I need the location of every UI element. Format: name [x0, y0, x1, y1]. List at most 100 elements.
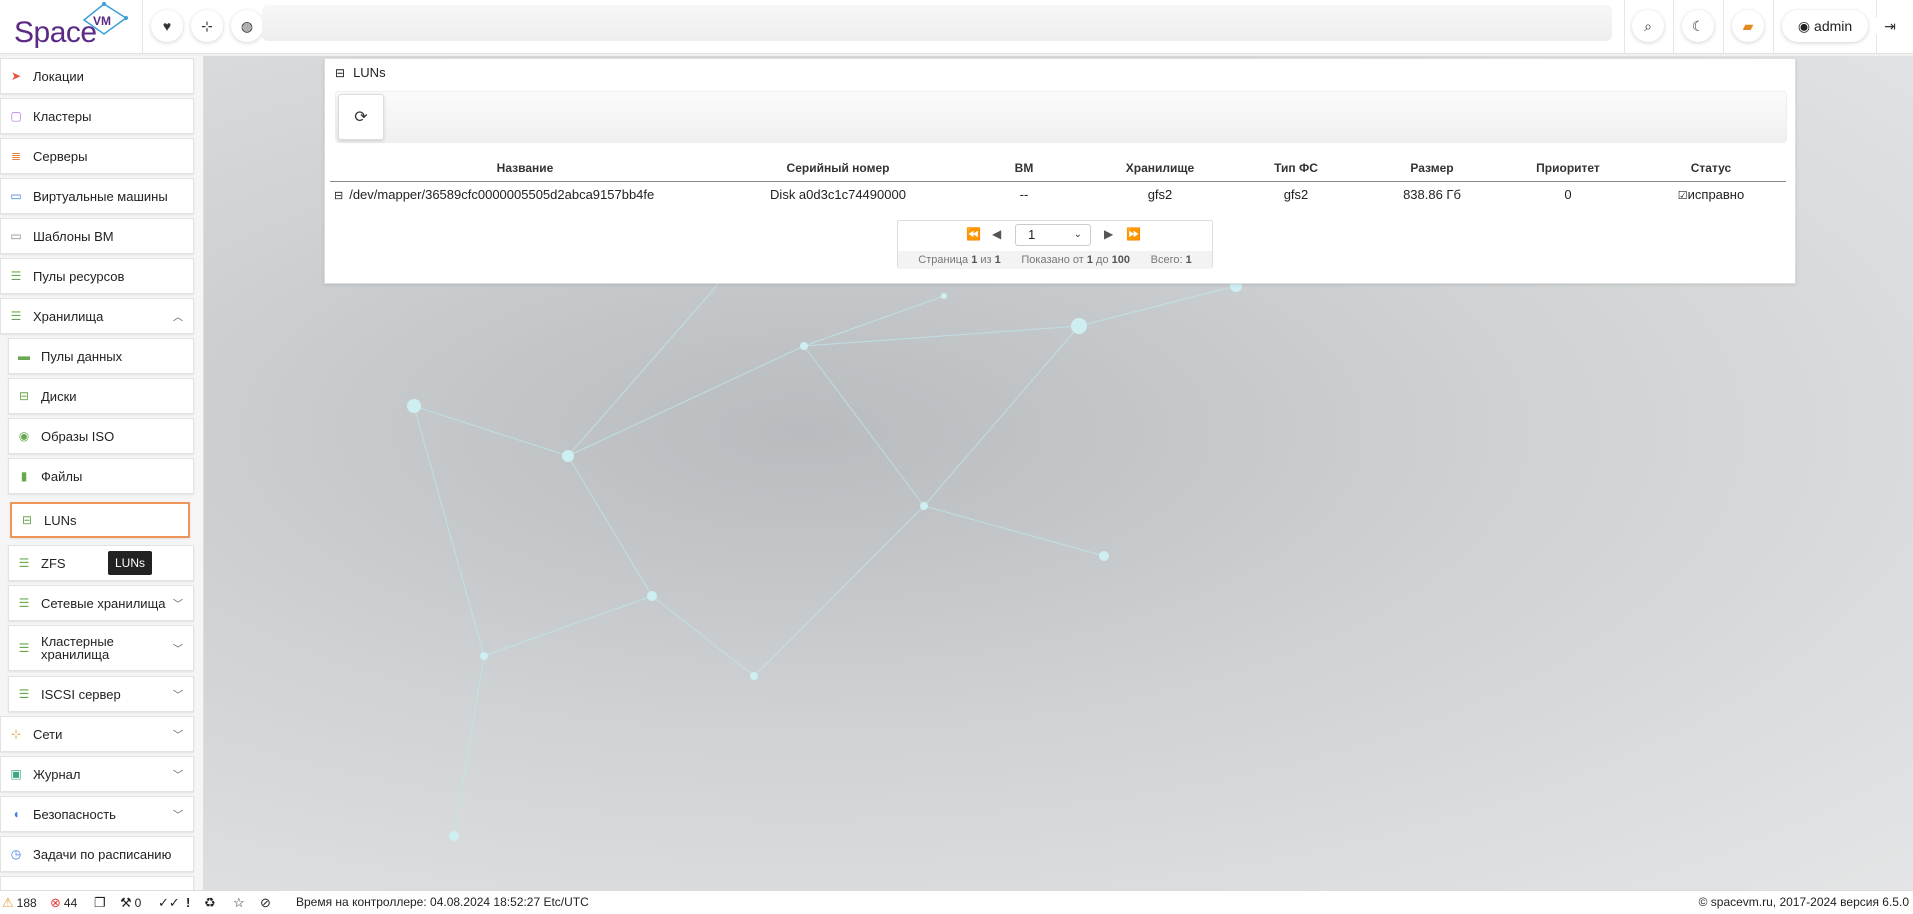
- sidebar-item-resource-pools[interactable]: ☰ Пулы ресурсов: [0, 258, 194, 294]
- column-header-serial[interactable]: Серийный номер: [720, 155, 956, 182]
- sidebar-item-iscsi-server[interactable]: ☰ ISCSI сервер ﹀: [8, 676, 194, 712]
- chevron-down-icon: ﹀: [173, 730, 183, 742]
- vm-cell: --: [1019, 186, 1029, 202]
- recycle-button[interactable]: ♻: [204, 895, 216, 911]
- sidebar-item-label: Серверы: [33, 148, 88, 164]
- docs-button[interactable]: ▰: [1732, 10, 1764, 42]
- search-button[interactable]: ⌕: [1632, 10, 1664, 42]
- sidebar-item-label: Пулы ресурсов: [33, 268, 125, 284]
- refresh-button[interactable]: ⟳: [338, 94, 384, 140]
- sidebar-item-label: Хранилища: [33, 308, 104, 324]
- sidebar-item-label: Безопасность: [33, 806, 116, 822]
- sidebar-item-journal[interactable]: ▣ Журнал ﹀: [0, 756, 194, 792]
- chevron-down-icon: ﹀: [173, 690, 183, 702]
- page-select[interactable]: 1 ⌄: [1015, 224, 1091, 246]
- clipboard-button[interactable]: ❐: [94, 895, 106, 911]
- page-info: Страница 1 из 1: [918, 254, 1001, 266]
- sidebar-item-networks[interactable]: ⊹ Сети ﹀: [0, 716, 194, 752]
- table-header-row: Название Серийный номер ВМ Хранилище Тип…: [330, 155, 1786, 182]
- sidebar-item-label: Сетевые хранилища: [41, 595, 166, 611]
- last-page-icon[interactable]: ⏩: [1126, 227, 1141, 241]
- sidebar-item-label: ISCSI сервер: [41, 686, 121, 702]
- theme-toggle-button[interactable]: ☾: [1682, 10, 1714, 42]
- sidebar-item-label: Кластеры: [33, 108, 92, 124]
- sidebar-item-label: Задачи по расписанию: [33, 846, 172, 862]
- chevron-down-icon: ﹀: [173, 770, 183, 782]
- pagination: ⏪ ◀ 1 ⌄ ▶ ⏩ Страница 1 из 1 Показано от …: [897, 220, 1213, 269]
- logout-button[interactable]: ⇥: [1874, 10, 1906, 42]
- controller-time: Время на контроллере: 04.08.2024 18:52:2…: [296, 895, 589, 909]
- sidebar-item-luns[interactable]: ⊟ LUNs: [10, 502, 190, 538]
- sidebar-item-partial[interactable]: [0, 876, 194, 890]
- column-header-fs-type[interactable]: Тип ФС: [1228, 155, 1364, 182]
- disc-icon: ◉: [18, 429, 30, 443]
- resource-pool-icon: ☰: [10, 269, 22, 283]
- sitemap-icon: ⊹: [10, 727, 22, 741]
- sidebar-item-zfs[interactable]: ☰ ZFS: [8, 545, 194, 581]
- sidebar-item-files[interactable]: ▮ Файлы: [8, 458, 194, 494]
- sidebar-item-servers[interactable]: ≣ Серверы: [0, 138, 194, 174]
- globe-button[interactable]: ◍: [231, 10, 263, 42]
- network-storage-icon: ☰: [18, 596, 30, 610]
- chevron-down-icon: ﹀: [173, 810, 183, 822]
- prev-page-icon[interactable]: ◀: [992, 227, 1001, 241]
- tasks-counter[interactable]: ⚒ 0: [120, 895, 141, 911]
- first-page-icon[interactable]: ⏪: [966, 227, 981, 241]
- column-header-priority[interactable]: Приоритет: [1500, 155, 1636, 182]
- sidebar-item-label: Пулы данных: [41, 348, 123, 364]
- heartbeat-button[interactable]: ♥: [151, 10, 183, 42]
- tasks-count: 0: [134, 896, 142, 910]
- errors-counter[interactable]: ⊗ 44: [50, 895, 77, 911]
- column-header-name[interactable]: Название: [330, 155, 720, 182]
- serial-cell: Disk a0d3c1c74490000: [770, 186, 906, 202]
- chevron-down-icon: ⌄: [1073, 229, 1082, 240]
- favorites-button[interactable]: ☆: [233, 895, 245, 911]
- sidebar-item-vm-templates[interactable]: ▭ Шаблоны ВМ: [0, 218, 194, 254]
- column-header-size[interactable]: Размер: [1364, 155, 1500, 182]
- lun-icon: ⊟: [21, 513, 33, 527]
- lun-name[interactable]: /dev/mapper/36589cfc0000005505d2abca9157…: [349, 187, 654, 202]
- luns-panel: ⊟ LUNs ⟳ Название Серийный номер ВМ Хран…: [324, 58, 1796, 284]
- status-cell: ☑исправно: [1636, 181, 1786, 207]
- topology-button[interactable]: ⊹: [191, 10, 223, 42]
- check-square-icon: ☑: [1677, 189, 1688, 202]
- sidebar-item-data-pools[interactable]: ▬ Пулы данных: [8, 338, 194, 374]
- sidebar-item-cluster-storages[interactable]: ☰ Кластерные хранилища ﹀: [8, 625, 194, 671]
- sitemap-icon: ⊹: [201, 17, 213, 34]
- sidebar-item-security[interactable]: ◖ Безопасность ﹀: [0, 796, 194, 832]
- page-select-value: 1: [1028, 227, 1036, 242]
- column-header-status[interactable]: Статус: [1636, 155, 1786, 182]
- next-page-icon[interactable]: ▶: [1104, 227, 1113, 241]
- user-menu-button[interactable]: ◉ admin: [1782, 10, 1868, 42]
- done-button[interactable]: ✓✓: [158, 895, 180, 911]
- clock-icon: ◷: [10, 847, 22, 861]
- book-icon: ▰: [1742, 17, 1754, 34]
- block-button[interactable]: ⊘: [260, 895, 271, 911]
- sidebar-item-network-storages[interactable]: ☰ Сетевые хранилища ﹀: [8, 585, 194, 621]
- moon-icon: ☾: [1691, 17, 1705, 34]
- spacevm-logo[interactable]: Space VM: [14, 2, 128, 50]
- divider: [1673, 0, 1674, 54]
- shown-info: Показано от 1 до 100: [1021, 254, 1131, 266]
- sidebar-item-scheduled-tasks[interactable]: ◷ Задачи по расписанию: [0, 836, 194, 872]
- shield-icon: ◖: [12, 807, 20, 821]
- search-icon: ⌕: [1644, 17, 1652, 34]
- file-icon: ▮: [20, 469, 28, 483]
- divider: [1723, 0, 1724, 54]
- alert-button[interactable]: !: [186, 895, 190, 910]
- column-header-storage[interactable]: Хранилище: [1092, 155, 1228, 182]
- table-row[interactable]: ⊟ /dev/mapper/36589cfc0000005505d2abca915…: [330, 181, 1786, 207]
- panel-title: ⊟ LUNs: [335, 65, 386, 80]
- sidebar-item-vms[interactable]: ▭ Виртуальные машины: [0, 178, 194, 214]
- sidebar-item-locations[interactable]: ➤ Локации: [0, 58, 194, 94]
- sidebar-item-disks[interactable]: ⊟ Диски: [8, 378, 194, 414]
- sidebar-item-clusters[interactable]: ▢ Кластеры: [0, 98, 194, 134]
- chevron-up-icon: ︿: [173, 312, 183, 324]
- lun-name-cell[interactable]: ⊟ /dev/mapper/36589cfc0000005505d2abca915…: [330, 181, 720, 207]
- warning-icon: ⚠: [2, 895, 14, 910]
- warnings-counter[interactable]: ⚠ 188: [2, 895, 37, 911]
- lun-icon: ⊟: [334, 189, 344, 202]
- sidebar-item-storages[interactable]: ☰ Хранилища ︿: [0, 298, 194, 334]
- sidebar-item-iso-images[interactable]: ◉ Образы ISO: [8, 418, 194, 454]
- column-header-vm[interactable]: ВМ: [956, 155, 1092, 182]
